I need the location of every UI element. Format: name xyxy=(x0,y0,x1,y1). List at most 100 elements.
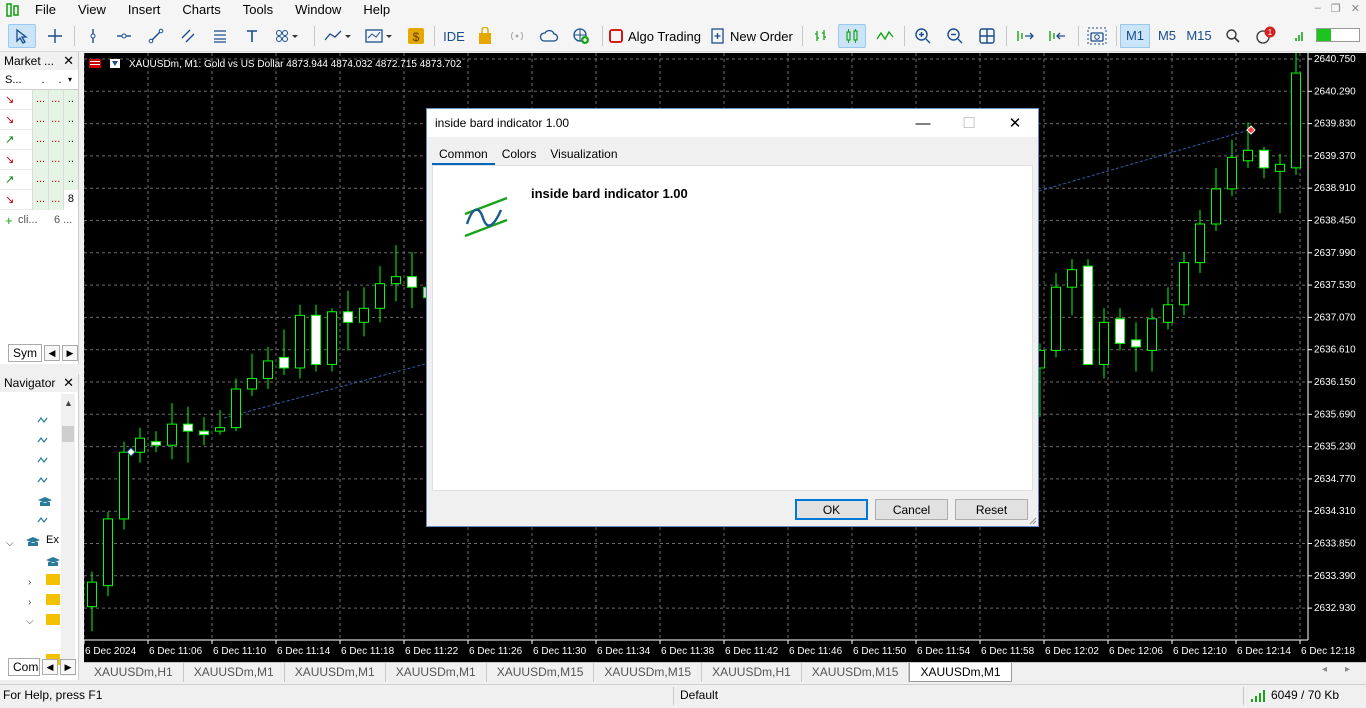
menu-tools[interactable]: Tools xyxy=(232,0,284,20)
fibonacci-button[interactable] xyxy=(207,24,233,48)
chart-tab[interactable]: XAUUSDm,M15 xyxy=(802,663,910,682)
chart-tab[interactable]: XAUUSDm,M1 xyxy=(909,663,1012,682)
ask-column-header[interactable]: . xyxy=(52,74,68,86)
tab-symbols[interactable]: Sym xyxy=(8,344,42,362)
chart-tab[interactable]: XAUUSDm,M1 xyxy=(184,663,285,682)
tab-visualization[interactable]: Visualization xyxy=(543,145,624,165)
indicator-icon[interactable] xyxy=(37,437,48,443)
new-order-button[interactable]: New Order xyxy=(710,24,796,48)
vps-button[interactable] xyxy=(504,24,530,48)
reset-button[interactable]: Reset xyxy=(955,499,1028,520)
cancel-button[interactable]: Cancel xyxy=(875,499,948,520)
indicator-icon[interactable] xyxy=(37,477,48,483)
chart-tab[interactable]: XAUUSDm,H1 xyxy=(84,663,184,682)
menu-insert[interactable]: Insert xyxy=(117,0,172,20)
folder-icon[interactable] xyxy=(46,594,60,605)
ide-button[interactable]: IDE xyxy=(440,24,468,48)
ok-button[interactable]: OK xyxy=(795,499,868,520)
channel-button[interactable] xyxy=(175,24,201,48)
close-icon[interactable]: ✕ xyxy=(992,109,1038,137)
minimize-icon[interactable]: – xyxy=(1315,2,1321,15)
bar-chart-button[interactable] xyxy=(808,24,834,48)
algo-trading-button[interactable]: Algo Trading xyxy=(608,24,702,48)
crosshair-button[interactable] xyxy=(42,24,68,48)
close-icon[interactable]: ✕ xyxy=(63,375,74,391)
chart-shift-button[interactable] xyxy=(1044,24,1070,48)
auto-scroll-button[interactable] xyxy=(1012,24,1038,48)
market-button[interactable] xyxy=(472,24,498,48)
add-symbol-row[interactable]: + cli... 6 ... xyxy=(0,210,78,230)
timeframe-m5-button[interactable]: M5 xyxy=(1152,24,1182,48)
folder-icon[interactable] xyxy=(46,574,60,585)
column-menu-chevron-icon[interactable]: ▾ xyxy=(68,75,72,84)
list-item[interactable]: ↘........ xyxy=(0,149,78,170)
list-item[interactable]: ↘...... 8 xyxy=(0,189,78,210)
list-item[interactable]: ↗........ xyxy=(0,129,78,150)
notifications-button[interactable]: 1 xyxy=(1252,24,1278,48)
tab-scroll-right-icon[interactable]: ▶ xyxy=(62,345,78,361)
chevron-down-icon[interactable]: ⌵ xyxy=(26,616,34,627)
line-chart-button[interactable] xyxy=(872,24,898,48)
trend-line[interactable] xyxy=(223,362,430,419)
minimize-icon[interactable]: — xyxy=(900,109,946,137)
vertical-line-button[interactable] xyxy=(80,24,106,48)
menu-window[interactable]: Window xyxy=(284,0,352,20)
tab-common[interactable]: Common xyxy=(432,145,495,165)
cursor-tool-button[interactable] xyxy=(8,24,36,48)
menu-help[interactable]: Help xyxy=(352,0,401,20)
tab-common[interactable]: Com xyxy=(8,658,40,676)
menu-charts[interactable]: Charts xyxy=(171,0,231,20)
scroll-up-icon[interactable]: ▲ xyxy=(64,398,73,408)
signals-button[interactable]: $ xyxy=(404,24,428,48)
status-profile[interactable]: Default xyxy=(680,688,718,702)
indicator-icon[interactable] xyxy=(37,417,48,423)
chevron-down-icon[interactable]: ⌵ xyxy=(6,538,14,549)
timeframe-m15-button[interactable]: M15 xyxy=(1184,24,1214,48)
candlestick-button[interactable] xyxy=(838,24,866,48)
tab-scroll-left-icon[interactable]: ◀ xyxy=(42,659,58,675)
scroll-left-icon[interactable]: ◂ xyxy=(1322,664,1327,675)
list-item[interactable]: ↗........ xyxy=(0,169,78,190)
tab-colors[interactable]: Colors xyxy=(495,145,544,165)
chevron-right-icon[interactable]: › xyxy=(28,597,31,608)
text-button[interactable] xyxy=(239,24,265,48)
graduation-cap-icon[interactable] xyxy=(46,557,60,566)
chart-tab[interactable]: XAUUSDm,M1 xyxy=(285,663,386,682)
list-item[interactable]: ↘........ xyxy=(0,109,78,130)
templates-menu-button[interactable] xyxy=(360,24,398,48)
chart-tab[interactable]: XAUUSDm,M1 xyxy=(386,663,487,682)
chart-tab[interactable]: XAUUSDm,M15 xyxy=(594,663,703,682)
navigator-expert-label[interactable]: Ex xyxy=(46,534,59,546)
navigator-scrollbar-thumb[interactable] xyxy=(62,426,74,442)
close-icon[interactable]: ✕ xyxy=(1351,2,1360,15)
tab-scroll-right-icon[interactable]: ▶ xyxy=(60,659,76,675)
horizontal-line-button[interactable] xyxy=(111,24,137,48)
close-icon[interactable]: ✕ xyxy=(63,53,74,69)
restore-icon[interactable]: ❐ xyxy=(1331,2,1341,15)
symbol-column-header[interactable]: S... xyxy=(0,74,34,86)
indicator-icon[interactable] xyxy=(37,457,48,463)
list-item[interactable]: ↘........ xyxy=(0,89,78,110)
trend-line[interactable] xyxy=(1038,129,1250,192)
screenshot-button[interactable] xyxy=(1084,24,1110,48)
zoom-in-button[interactable] xyxy=(910,24,936,48)
community-button[interactable] xyxy=(568,24,594,48)
cloud-button[interactable] xyxy=(536,24,562,48)
shapes-menu-button[interactable] xyxy=(268,24,306,48)
timeframe-m1-button[interactable]: M1 xyxy=(1120,24,1150,48)
tile-windows-button[interactable] xyxy=(974,24,1000,48)
menu-view[interactable]: View xyxy=(67,0,117,20)
indicators-menu-button[interactable] xyxy=(320,24,356,48)
search-button[interactable] xyxy=(1222,24,1244,48)
menu-file[interactable]: File xyxy=(24,0,67,20)
scroll-right-icon[interactable]: ▸ xyxy=(1345,664,1350,675)
chart-tab[interactable]: XAUUSDm,H1 xyxy=(702,663,802,682)
folder-icon[interactable] xyxy=(46,614,60,625)
resize-grip-icon[interactable] xyxy=(1027,515,1037,525)
indicator-icon[interactable] xyxy=(37,517,48,523)
tab-scroll-left-icon[interactable]: ◀ xyxy=(44,345,60,361)
chart-tab[interactable]: XAUUSDm,M15 xyxy=(487,663,595,682)
zoom-out-button[interactable] xyxy=(942,24,968,48)
trendline-button[interactable] xyxy=(143,24,169,48)
bid-column-header[interactable]: . xyxy=(34,74,52,86)
